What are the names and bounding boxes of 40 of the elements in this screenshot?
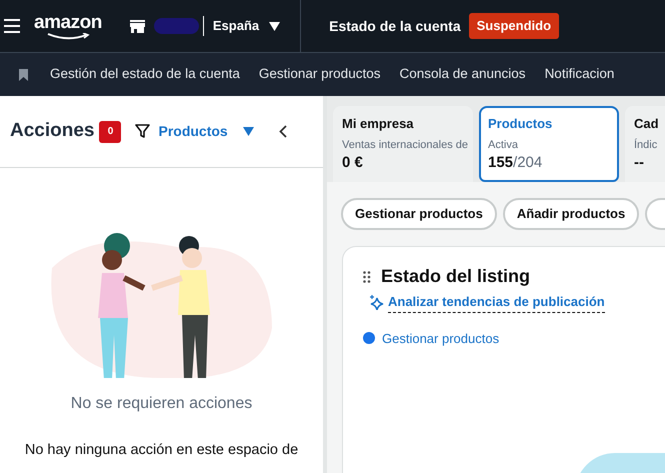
card-title: Productos: [488, 115, 554, 133]
redacted-block: [154, 18, 199, 34]
amazon-logo[interactable]: amazon: [34, 12, 102, 40]
card-label: Ventas internacionales de: [342, 138, 468, 152]
empty-state-text: No hay ninguna acción en este espacio de: [24, 441, 300, 460]
empty-state-title: No se requieren acciones: [70, 394, 254, 414]
card-value: 155/204: [488, 152, 544, 172]
status-badge: Suspendido: [468, 13, 560, 39]
summary-card[interactable]: Mi empresa Ventas internacionales de 0 €: [333, 106, 473, 182]
bookmark-icon[interactable]: [19, 68, 28, 80]
count-badge: 0: [99, 120, 122, 142]
card-label: Índic: [634, 138, 658, 152]
analyze-trends-link[interactable]: Analizar tendencias de publicación: [388, 292, 605, 312]
nav-link[interactable]: Gestionar productos: [258, 64, 380, 85]
card-title: Mi empresa: [342, 115, 415, 133]
collapse-icon[interactable]: [278, 125, 287, 138]
caret-icon: [242, 127, 254, 136]
legend-label: Gestionar productos: [382, 330, 500, 348]
summary-card[interactable]: Cad Índic --: [625, 106, 665, 182]
store-icon: [130, 20, 145, 32]
filter-icon: [135, 124, 150, 139]
pill-button[interactable]: Añadir productos: [502, 198, 640, 230]
card-value: --: [634, 152, 645, 172]
card-value: 0 €: [342, 152, 364, 172]
caret-icon: [269, 22, 280, 30]
card-label: Activa: [488, 138, 518, 152]
panel-title: Acciones: [10, 119, 94, 144]
drag-handle-icon[interactable]: [363, 270, 371, 282]
card-title: Cad: [634, 115, 660, 133]
sparkle-icon: [369, 294, 384, 310]
filter-dropdown[interactable]: Productos: [135, 121, 254, 142]
nav-link[interactable]: Consola de anuncios: [399, 64, 526, 85]
card-title: Estado del listing: [381, 265, 530, 288]
menu-icon[interactable]: [4, 19, 20, 33]
nav-link[interactable]: Gestión del estado de la cuenta: [50, 64, 240, 85]
nav-link[interactable]: Notificacion: [544, 64, 614, 85]
account-status-label: Estado de la cuenta: [329, 16, 461, 36]
marketplace-dropdown[interactable]: España: [212, 16, 280, 36]
pill-button[interactable]: Gestionar productos: [341, 198, 497, 230]
summary-card[interactable]: Productos Activa 155/204: [479, 106, 619, 182]
